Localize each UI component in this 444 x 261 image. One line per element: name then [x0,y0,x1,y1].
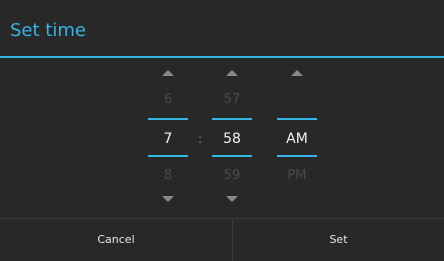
hour-previous-value[interactable]: 6 [148,92,188,107]
minute-decrement-arrow-icon[interactable] [226,196,238,202]
ampm-increment-arrow-icon[interactable] [291,70,303,76]
ampm-picker[interactable]: AM PM [277,58,317,218]
ampm-selection-line-bottom [277,155,317,157]
minute-previous-value[interactable]: 57 [212,92,252,107]
minute-next-value[interactable]: 59 [212,168,252,183]
minute-selection-line-top [212,118,252,120]
hour-selection-line-top [148,118,188,120]
time-picker-dialog: Set time 6 7 8 : 57 58 59 AM PM Cancel S… [0,0,444,261]
dialog-button-bar: Cancel Set [0,218,444,261]
minute-increment-arrow-icon[interactable] [226,70,238,76]
hour-selection-line-bottom [148,155,188,157]
hour-picker[interactable]: 6 7 8 [148,58,188,218]
cancel-button[interactable]: Cancel [0,219,232,261]
set-button[interactable]: Set [233,219,444,261]
minute-current-value[interactable]: 58 [212,131,252,147]
dialog-title-bar: Set time [0,0,444,58]
hour-increment-arrow-icon[interactable] [162,70,174,76]
hour-decrement-arrow-icon[interactable] [162,196,174,202]
ampm-current-value[interactable]: AM [277,131,317,147]
time-picker: 6 7 8 : 57 58 59 AM PM [0,58,444,218]
minute-picker[interactable]: 57 58 59 [212,58,252,218]
ampm-selection-line-top [277,118,317,120]
ampm-next-value[interactable]: PM [277,168,317,183]
dialog-title: Set time [10,20,86,41]
minute-selection-line-bottom [212,155,252,157]
time-separator: : [198,132,203,146]
hour-next-value[interactable]: 8 [148,168,188,183]
hour-current-value[interactable]: 7 [148,131,188,147]
